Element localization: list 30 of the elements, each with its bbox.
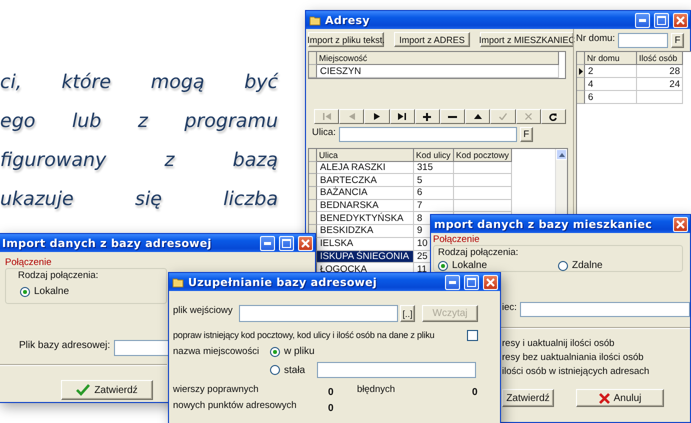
field-label: Nr domu: <box>576 33 616 44</box>
group-label: Rodzaj połączenia: <box>17 270 98 281</box>
option-label: resy i uaktualnij ilości osób <box>502 337 614 351</box>
option-label: ilości osób w istniejących adresach <box>502 365 650 379</box>
field-label: Ulica: <box>312 127 336 138</box>
field-label: iec: <box>502 302 517 313</box>
field-label: Plik bazy adresowej: <box>19 340 110 351</box>
window-title: Uzupełnianie bazy adresowej <box>188 276 378 288</box>
field-label: nazwa miejscowości <box>173 346 260 357</box>
window-title: mport danych z bazy mieszkaniec <box>434 218 654 230</box>
stat-value: 0 <box>327 386 335 398</box>
field-label: plik wejściowy <box>173 305 234 316</box>
paragraph-text: ci, które mogą być ego lub z programu figurowany z bazą ukazuje się liczba <box>0 70 278 212</box>
radio-label: w pliku <box>284 346 315 357</box>
radio-label: stała <box>284 364 306 376</box>
radio-label: Zdalne <box>572 260 603 271</box>
window-title: Import danych z bazy adresowej <box>2 236 213 250</box>
section-label: Połączenie <box>5 257 52 268</box>
option-label: popraw istniejący kod pocztowy, kod ulicy i ilość osób na dane z pliku <box>173 330 434 340</box>
window-title: Adresy <box>325 14 371 26</box>
group-label: Rodzaj połączenia: <box>438 247 518 258</box>
stat-label: błędnych <box>357 384 396 395</box>
radio-label: Lokalne <box>34 286 70 297</box>
radio-label: Lokalne <box>452 260 488 271</box>
option-label: resy bez uaktualniania ilości osób <box>502 351 644 365</box>
stat-label: nowych punktów adresowych <box>173 400 298 411</box>
stat-label: wierszy poprawnych <box>173 384 260 395</box>
section-label: Połączenie <box>433 234 480 245</box>
stat-value: 0 <box>327 402 335 414</box>
stat-value: 0 <box>471 386 479 398</box>
